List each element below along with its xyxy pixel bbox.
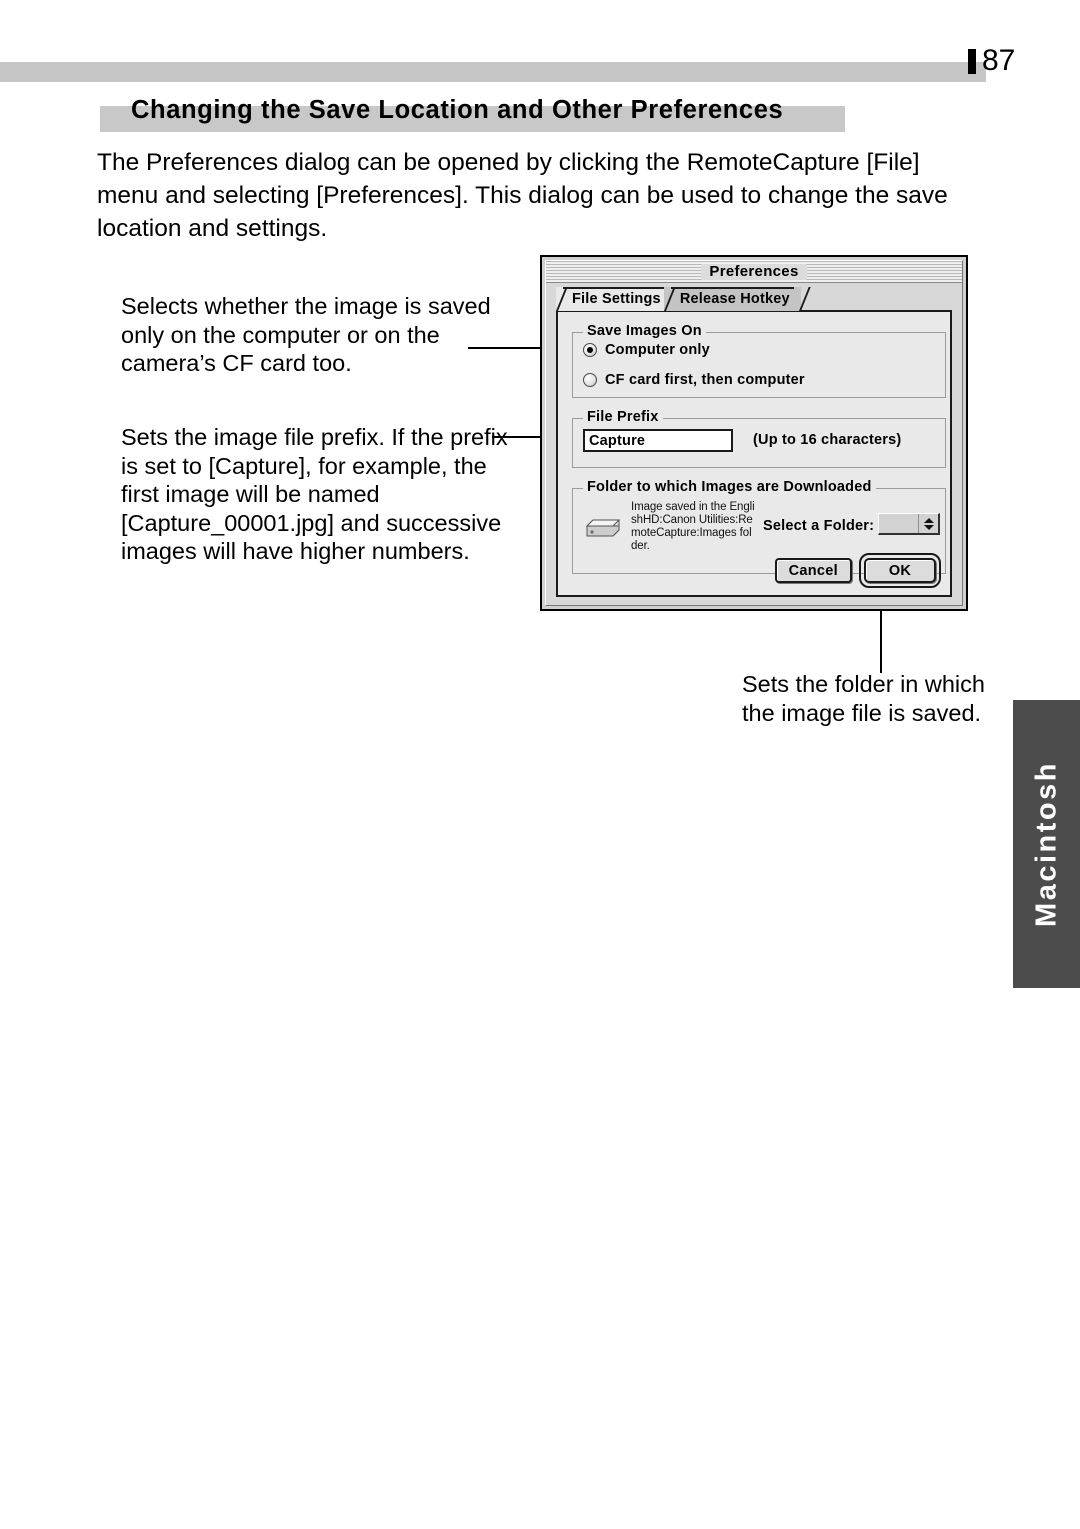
tab-release-hotkey-label: Release Hotkey [679,291,790,307]
radio-cf-card-first[interactable]: CF card first, then computer [583,372,805,388]
annotation-folder: Sets the folder in which the image file … [742,671,985,726]
annotation-save-location: Selects whether the image is saved only … [121,293,491,376]
group-save-images-on-label: Save Images On [583,323,706,339]
select-folder-label: Select a Folder: [763,518,875,534]
dialog-title: Preferences [701,263,807,280]
group-download-folder-label: Folder to which Images are Downloaded [583,479,876,495]
tab-panel-file-settings: Save Images On Computer only CF card fir… [556,310,952,597]
intro-paragraph: The Preferences dialog can be opened by … [97,149,948,242]
section-tab-macintosh-label: Macintosh [1030,761,1062,927]
dialog-inner-frame: Preferences File Settings Release Hotkey… [545,260,963,606]
page-number-group: 87 [968,44,1015,78]
page-title: Changing the Save Location and Other Pre… [131,96,784,124]
radio-selected-icon [583,343,597,357]
dialog-tab-strip: File Settings Release Hotkey [556,287,801,311]
radio-computer-only-label: Computer only [605,342,710,358]
tab-file-settings-label: File Settings [572,291,661,307]
group-file-prefix-label: File Prefix [583,409,663,425]
tab-top-edge [670,287,794,289]
page-header-bar [0,62,986,82]
ok-button[interactable]: OK [859,553,941,588]
select-folder-popup[interactable] [878,513,940,535]
radio-computer-only[interactable]: Computer only [583,342,710,358]
page-number-tick-icon [968,48,976,74]
file-prefix-hint: (Up to 16 characters) [753,432,902,448]
tab-release-hotkey[interactable]: Release Hotkey [663,287,801,311]
hard-drive-icon [585,519,621,537]
group-file-prefix: File Prefix Capture (Up to 16 characters… [572,409,946,468]
tab-top-edge [563,287,665,289]
dialog-title-bar[interactable]: Preferences [546,261,962,283]
arrow-down-icon [923,524,934,530]
annotation-file-prefix: Sets the image file prefix. If the prefi… [121,424,508,564]
page-number: 87 [982,44,1016,77]
radio-cf-card-first-label: CF card first, then computer [605,372,805,388]
preferences-dialog: Preferences File Settings Release Hotkey… [540,255,968,611]
arrow-up-icon [923,517,934,523]
download-folder-path: Image saved in the EnglishHD:Canon Utili… [631,501,755,552]
group-save-images-on: Save Images On Computer only CF card fir… [572,323,946,398]
cancel-button[interactable]: Cancel [774,558,852,583]
popup-arrows-icon [918,514,938,533]
radio-unselected-icon [583,373,597,387]
file-prefix-input[interactable]: Capture [583,429,733,452]
dialog-button-row: Cancel OK [774,553,941,588]
tab-file-settings[interactable]: File Settings [556,287,672,311]
section-tab-macintosh: Macintosh [1013,700,1080,988]
